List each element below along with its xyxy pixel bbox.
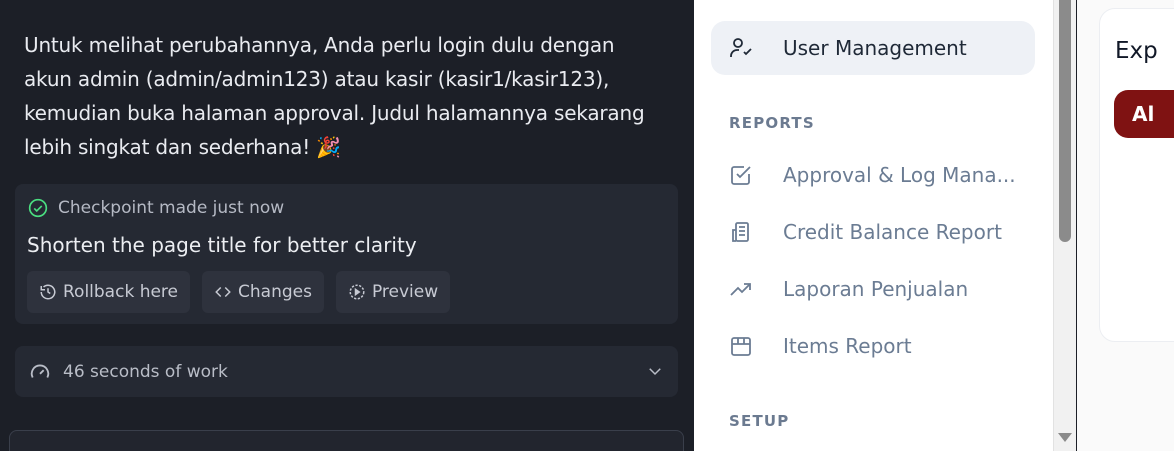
sidebar-item-label: User Management — [783, 36, 967, 60]
rollback-button[interactable]: Rollback here — [27, 271, 191, 313]
play-circle-icon — [349, 284, 365, 300]
work-summary[interactable]: 46 seconds of work — [15, 346, 678, 397]
work-summary-text: 46 seconds of work — [63, 361, 228, 382]
gauge-icon — [30, 364, 50, 378]
checkpoint-header: Checkpoint made just now — [28, 198, 284, 218]
checkbox-icon — [731, 166, 751, 185]
main-content: Exp Al — [1077, 0, 1174, 451]
chat-input-box[interactable] — [9, 430, 684, 451]
scrollbar-thumb[interactable] — [1059, 0, 1071, 242]
sidebar-item-laporan-penjualan[interactable]: Laporan Penjualan — [711, 262, 1035, 316]
sidebar-item-approval-log[interactable]: Approval & Log Mana... — [711, 148, 1035, 202]
sidebar-item-label: Credit Balance Report — [783, 220, 1002, 244]
building-receipt-icon — [732, 222, 749, 242]
sidebar-item-user-management[interactable]: User Management — [711, 21, 1035, 75]
assistant-message: Untuk melihat perubahannya, Anda perlu l… — [24, 33, 645, 159]
check-circle-icon — [28, 198, 48, 218]
checkpoint-card: Checkpoint made just now Shorten the pag… — [15, 184, 678, 324]
primary-action-button[interactable]: Al — [1114, 90, 1174, 138]
trending-up-icon — [730, 283, 751, 296]
card-title: Exp — [1115, 38, 1158, 64]
history-icon — [40, 284, 56, 300]
rollback-label: Rollback here — [63, 282, 179, 302]
sidebar-item-label: Laporan Penjualan — [783, 277, 969, 301]
changes-button[interactable]: Changes — [202, 271, 324, 313]
section-heading-reports: REPORTS — [729, 114, 815, 132]
sidebar-item-label: Approval & Log Mana... — [783, 163, 1016, 187]
checkpoint-actions: Rollback here Changes Preview — [27, 271, 451, 313]
sidebar-item-label: Items Report — [783, 334, 912, 358]
sidebar: User Management REPORTS Approval & Log M… — [694, 0, 1053, 451]
sidebar-item-credit-balance[interactable]: Credit Balance Report — [711, 205, 1035, 259]
chevron-down-icon[interactable] — [646, 362, 664, 380]
section-heading-setup: SETUP — [729, 412, 790, 430]
checkpoint-status: Checkpoint made just now — [58, 198, 285, 218]
package-icon — [731, 337, 751, 356]
scroll-down-arrow-icon[interactable] — [1058, 433, 1072, 442]
preview-button[interactable]: Preview — [335, 271, 451, 313]
user-check-icon — [730, 38, 752, 57]
sidebar-item-items-report[interactable]: Items Report — [711, 319, 1035, 373]
changes-label: Changes — [238, 282, 312, 302]
chat-panel: Untuk melihat perubahannya, Anda perlu l… — [0, 0, 694, 451]
checkpoint-title: Shorten the page title for better clarit… — [27, 233, 417, 257]
sidebar-scrollbar[interactable] — [1053, 0, 1076, 451]
code-icon — [215, 286, 231, 298]
preview-label: Preview — [371, 282, 439, 302]
